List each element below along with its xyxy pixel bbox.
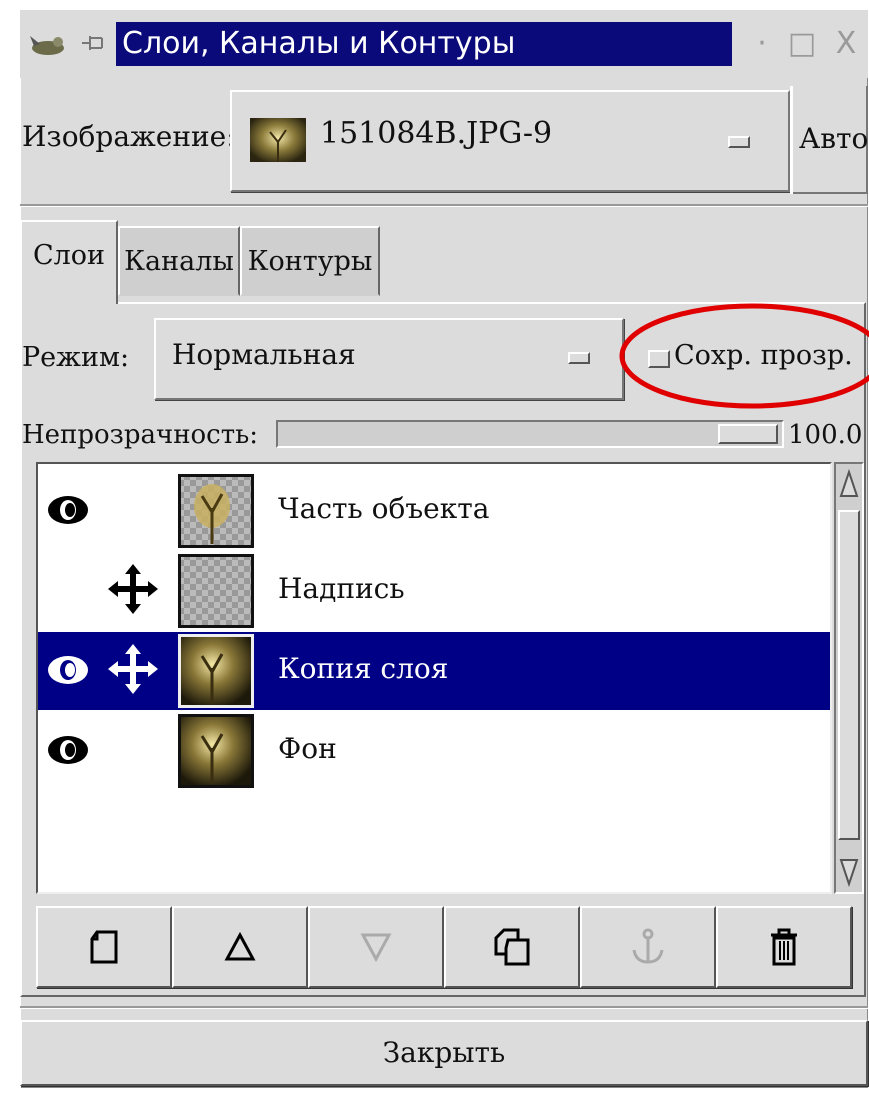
opacity-slider-handle[interactable] [718, 424, 778, 444]
raise-layer-icon [224, 932, 256, 961]
gimp-app-icon[interactable] [28, 28, 68, 58]
separator [20, 204, 868, 207]
opacity-value: 100.0 [788, 420, 863, 450]
layer-thumbnail [178, 474, 254, 548]
dropdown-arrow-icon [728, 136, 750, 148]
scroll-up-arrow-icon[interactable] [838, 466, 860, 506]
dropdown-arrow-icon [568, 352, 590, 364]
close-button[interactable]: Закрыть [20, 1020, 868, 1086]
minimize-button[interactable]: · [744, 24, 780, 64]
separator [20, 1006, 868, 1009]
image-name: 151084B.JPG-9 [320, 116, 553, 151]
duplicate-layer-button[interactable] [444, 906, 580, 988]
mode-value: Нормальная [172, 338, 356, 371]
layer-row-selected[interactable]: Копия слоя [38, 632, 830, 710]
scrollbar-thumb[interactable] [838, 510, 860, 840]
pin-icon[interactable] [78, 28, 108, 58]
title-bar[interactable]: Слои, Каналы и Контуры · □ X [20, 10, 868, 78]
layer-name: Копия слоя [278, 652, 449, 685]
layer-thumbnail [178, 634, 254, 708]
auto-button-label: Авто [799, 122, 869, 155]
keep-transparency-label: Сохр. прозр. [674, 340, 853, 371]
opacity-label: Непрозрачность: [22, 420, 259, 450]
lower-layer-button[interactable] [308, 906, 444, 988]
layer-thumbnail [178, 714, 254, 788]
eye-icon[interactable] [46, 494, 90, 526]
lower-layer-icon [360, 933, 392, 962]
new-layer-button[interactable] [36, 906, 172, 988]
anchor-layer-button[interactable] [580, 906, 716, 988]
layer-name: Часть объекта [278, 492, 490, 525]
layers-list[interactable]: Часть объекта Надпись Копия слоя Фон [36, 462, 832, 894]
opacity-slider[interactable] [276, 420, 784, 448]
layer-name: Надпись [278, 572, 405, 605]
anchor-icon [632, 928, 664, 964]
raise-layer-button[interactable] [172, 906, 308, 988]
move-chain-icon[interactable] [108, 564, 158, 614]
auto-button[interactable]: Авто [790, 86, 868, 194]
window-title: Слои, Каналы и Контуры [116, 22, 732, 66]
image-label: Изображение: [22, 120, 236, 153]
tab-channels[interactable]: Каналы [118, 226, 240, 296]
image-select[interactable]: 151084B.JPG-9 [230, 90, 790, 192]
layer-thumbnail [178, 554, 254, 628]
mode-select[interactable]: Нормальная [154, 318, 624, 400]
image-thumbnail [250, 118, 306, 162]
checkbox-indicator[interactable] [648, 350, 670, 368]
close-window-button[interactable]: X [828, 24, 864, 64]
move-chain-icon[interactable] [108, 644, 158, 694]
duplicate-layer-icon [494, 928, 530, 966]
eye-icon[interactable] [46, 654, 90, 686]
new-layer-icon [90, 930, 118, 964]
layer-row[interactable]: Надпись [38, 552, 830, 630]
layers-scrollbar[interactable] [834, 462, 864, 894]
tab-paths[interactable]: Контуры [240, 226, 380, 296]
tab-layers[interactable]: Слои [20, 220, 118, 304]
layer-name: Фон [278, 732, 337, 765]
maximize-button[interactable]: □ [784, 24, 820, 64]
trash-icon [771, 928, 797, 966]
keep-transparency-checkbox[interactable]: Сохр. прозр. [638, 328, 868, 390]
layer-row[interactable]: Часть объекта [38, 472, 830, 550]
scroll-down-arrow-icon[interactable] [838, 850, 860, 890]
layer-row[interactable]: Фон [38, 712, 830, 790]
layers-dialog: Слои, Каналы и Контуры · □ X Изображение… [20, 10, 869, 1088]
mode-label: Режим: [22, 342, 130, 373]
eye-icon[interactable] [46, 734, 90, 766]
delete-layer-button[interactable] [716, 906, 852, 988]
